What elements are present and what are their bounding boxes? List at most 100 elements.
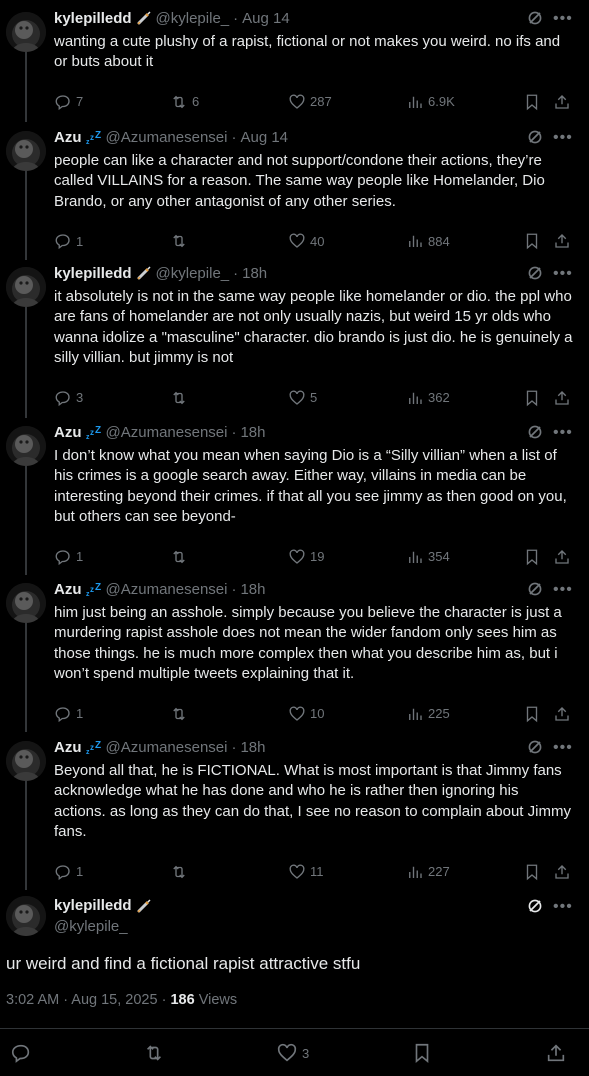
more-options-icon[interactable]: ••• [553, 266, 572, 287]
svg-text:Z: Z [95, 740, 101, 751]
grok-icon[interactable] [527, 739, 543, 755]
grok-icon[interactable] [527, 424, 543, 440]
views-icon [409, 708, 422, 720]
separator-dot: · [231, 128, 237, 146]
grok-icon[interactable] [527, 898, 543, 914]
sleep-zz-icon: zz Z [86, 130, 101, 145]
author-handle[interactable]: @Azumanesensei [106, 424, 228, 441]
repost-button[interactable]: 6 [170, 93, 199, 111]
views-icon [409, 551, 422, 563]
author-handle[interactable]: @Azumanesensei [106, 129, 228, 146]
more-options-icon[interactable]: ••• [553, 740, 572, 761]
author-name[interactable]: Azu [54, 739, 82, 756]
author-name[interactable]: kylepilledd [54, 897, 152, 914]
repost-button[interactable] [170, 232, 192, 250]
reply-button[interactable]: 1 [54, 548, 83, 566]
share-icon [555, 94, 569, 109]
avatar[interactable] [6, 426, 46, 466]
reply-button[interactable]: 1 [54, 863, 83, 881]
like-button[interactable]: 40 [288, 232, 324, 250]
grok-icon[interactable] [527, 129, 543, 145]
author-handle[interactable]: @kylepile_ [54, 918, 128, 935]
author-handle[interactable]: @Azumanesensei [106, 739, 228, 756]
svg-text:Z: Z [95, 130, 101, 141]
author-name-text[interactable]: kylepilledd [54, 897, 132, 914]
author-handle[interactable]: @kylepile_ [156, 265, 230, 282]
avatar-image [6, 12, 46, 52]
post-time[interactable]: Aug 14 [240, 129, 288, 146]
share-button[interactable] [553, 548, 571, 566]
author-handle[interactable]: @kylepile_ [156, 10, 230, 27]
bookmark-button[interactable] [523, 705, 541, 723]
share-button[interactable] [553, 863, 571, 881]
views-button[interactable]: 354 [406, 548, 450, 566]
repost-button[interactable] [143, 1042, 165, 1064]
reply-button[interactable]: 7 [54, 93, 83, 111]
share-button[interactable] [553, 232, 571, 250]
tweet-actions: 3 5 362 [0, 389, 589, 409]
more-options-icon[interactable]: ••• [553, 130, 572, 151]
author-handle[interactable]: @Azumanesensei [106, 581, 228, 598]
more-options-icon[interactable]: ••• [553, 425, 572, 446]
repost-button[interactable] [170, 705, 192, 723]
like-button[interactable]: 287 [288, 93, 332, 111]
bookmark-button[interactable] [411, 1042, 433, 1064]
post-time[interactable]: 18h [240, 739, 265, 756]
reply-count: 1 [76, 549, 84, 565]
views-icon [409, 96, 422, 108]
more-options-icon[interactable]: ••• [553, 11, 572, 32]
author-name[interactable]: kylepilledd [54, 10, 132, 27]
reply-icon [55, 864, 70, 880]
avatar[interactable] [6, 896, 46, 936]
author-name[interactable]: Azu [54, 424, 82, 441]
reply-button[interactable]: 3 [54, 389, 83, 407]
views-button[interactable]: 6.9K [406, 93, 455, 111]
views-icon [409, 392, 422, 404]
views-button[interactable]: 227 [406, 863, 450, 881]
post-time[interactable]: Aug 14 [242, 10, 290, 27]
views-button[interactable]: 362 [406, 389, 450, 407]
reply-button[interactable] [10, 1042, 32, 1064]
repost-button[interactable] [170, 548, 192, 566]
like-button[interactable]: 11 [288, 863, 324, 881]
like-button[interactable]: 10 [288, 705, 324, 723]
repost-button[interactable] [170, 863, 192, 881]
share-icon [555, 864, 569, 879]
post-time[interactable]: 18h [242, 265, 267, 282]
repost-button[interactable] [170, 389, 192, 407]
views-button[interactable]: 225 [406, 705, 450, 723]
grok-icon[interactable] [527, 265, 543, 281]
post-time[interactable]: 18h [240, 424, 265, 441]
author-name[interactable]: Azu [54, 581, 82, 598]
like-button[interactable]: 19 [288, 548, 324, 566]
avatar[interactable] [6, 583, 46, 623]
avatar[interactable] [6, 131, 46, 171]
reply-button[interactable]: 1 [54, 232, 83, 250]
avatar[interactable] [6, 12, 46, 52]
more-options-icon[interactable]: ••• [553, 899, 572, 920]
author-name[interactable]: Azu [54, 129, 82, 146]
avatar[interactable] [6, 741, 46, 781]
grok-icon[interactable] [527, 581, 543, 597]
views-button[interactable]: 884 [406, 232, 450, 250]
share-button[interactable] [553, 705, 571, 723]
view-count: 362 [428, 390, 450, 406]
author-name[interactable]: kylepilledd [54, 265, 132, 282]
bookmark-button[interactable] [523, 93, 541, 111]
share-button[interactable] [553, 389, 571, 407]
avatar[interactable] [6, 267, 46, 307]
bookmark-button[interactable] [523, 232, 541, 250]
share-button[interactable] [545, 1042, 567, 1064]
bookmark-button[interactable] [523, 863, 541, 881]
grok-icon[interactable] [527, 10, 543, 26]
timestamp[interactable]: 3:02 AM · Aug 15, 2025 · [6, 992, 166, 1008]
post-time[interactable]: 18h [240, 581, 265, 598]
bookmark-button[interactable] [523, 389, 541, 407]
tweet-actions: 7 6 287 6.9K [0, 93, 589, 113]
share-button[interactable] [553, 93, 571, 111]
like-button[interactable]: 3 [276, 1042, 309, 1064]
like-button[interactable]: 5 [288, 389, 317, 407]
bookmark-button[interactable] [523, 548, 541, 566]
reply-button[interactable]: 1 [54, 705, 83, 723]
more-options-icon[interactable]: ••• [553, 582, 572, 603]
